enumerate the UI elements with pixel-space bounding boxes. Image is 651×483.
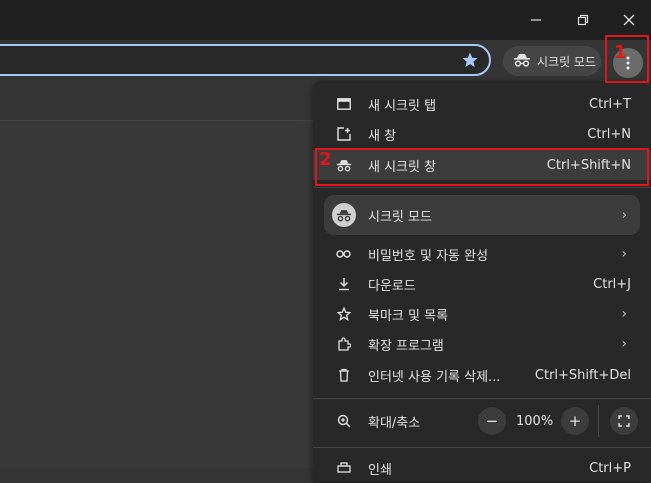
shortcut-label: Ctrl+T xyxy=(589,96,631,112)
address-bar[interactable] xyxy=(0,44,491,76)
chevron-right-icon: › xyxy=(621,246,627,262)
zoom-divider xyxy=(598,405,599,437)
menu-separator xyxy=(313,447,651,448)
menu-item-bookmarks[interactable]: 북마크 및 목록 › xyxy=(313,299,651,329)
shortcut-label: Ctrl+J xyxy=(593,276,631,292)
zoom-icon xyxy=(336,413,352,429)
menu-item-label: 인쇄 xyxy=(368,462,392,478)
new-tab-icon xyxy=(336,96,352,112)
chevron-right-icon: › xyxy=(621,306,627,322)
incognito-avatar-icon xyxy=(332,203,356,227)
annotation-number-1: 1 xyxy=(614,42,627,63)
star-icon[interactable] xyxy=(461,51,479,73)
shortcut-label: Ctrl+Shift+Del xyxy=(534,367,631,383)
chevron-right-icon: › xyxy=(621,336,627,352)
menu-separator xyxy=(313,187,651,188)
toolbar: 시크릿 모드 xyxy=(0,40,651,84)
menu-item-downloads[interactable]: 다운로드 Ctrl+J xyxy=(313,269,651,299)
title-bar xyxy=(0,0,651,40)
trash-icon xyxy=(336,367,352,383)
menu-item-label: 확장 프로그램 xyxy=(368,338,444,354)
chrome-menu: 새 시크릿 탭 Ctrl+T 새 창 Ctrl+N 새 시크릿 창 Ctrl+S… xyxy=(313,81,651,481)
page-content xyxy=(0,121,313,468)
star-outline-icon xyxy=(336,306,352,322)
annotation-number-2: 2 xyxy=(319,149,332,170)
menu-item-label: 새 창 xyxy=(368,128,397,144)
zoom-in-button[interactable]: + xyxy=(561,407,589,435)
menu-item-label: 비밀번호 및 자동 완성 xyxy=(368,248,489,264)
zoom-out-button[interactable]: − xyxy=(478,407,506,435)
close-icon[interactable] xyxy=(610,6,648,34)
menu-item-label: 북마크 및 목록 xyxy=(368,308,449,324)
shortcut-label: Ctrl+P xyxy=(589,460,631,476)
menu-item-label: 인터넷 사용 기록 삭제... xyxy=(368,369,501,385)
menu-item-clear-history[interactable]: 인터넷 사용 기록 삭제... Ctrl+Shift+Del xyxy=(313,360,651,390)
print-icon xyxy=(336,460,352,476)
menu-item-label: 새 시크릿 탭 xyxy=(368,98,437,114)
chevron-right-icon: › xyxy=(621,207,627,223)
shortcut-label: Ctrl+N xyxy=(587,126,631,142)
menu-separator xyxy=(313,398,651,399)
new-window-icon xyxy=(336,126,352,142)
annotation-box-step2 xyxy=(315,148,649,186)
incognito-label: 시크릿 모드 xyxy=(537,54,597,69)
menu-item-new-window[interactable]: 새 창 Ctrl+N xyxy=(313,119,651,149)
zoom-value: 100% xyxy=(516,414,554,429)
key-icon xyxy=(336,246,352,262)
menu-item-print[interactable]: 인쇄 Ctrl+P xyxy=(313,453,651,483)
profile-label: 시크릿 모드 xyxy=(368,209,432,225)
annotation-box-step1 xyxy=(605,35,649,83)
menu-item-extensions[interactable]: 확장 프로그램 › xyxy=(313,329,651,359)
menu-item-new-incognito-tab[interactable]: 새 시크릿 탭 Ctrl+T xyxy=(313,89,651,119)
menu-item-passwords[interactable]: 비밀번호 및 자동 완성 › xyxy=(313,239,651,269)
minimize-icon[interactable] xyxy=(517,6,555,34)
bookmark-bar xyxy=(0,84,313,120)
zoom-label: 확대/축소 xyxy=(368,415,421,431)
incognito-icon xyxy=(513,53,531,70)
menu-item-incognito-profile[interactable]: 시크릿 모드 › xyxy=(324,195,640,235)
fullscreen-icon[interactable] xyxy=(610,407,638,435)
download-icon xyxy=(336,276,352,292)
menu-item-label: 다운로드 xyxy=(368,278,416,294)
incognito-indicator-button[interactable]: 시크릿 모드 xyxy=(503,46,601,76)
extension-icon xyxy=(336,336,352,352)
restore-icon[interactable] xyxy=(564,6,602,34)
